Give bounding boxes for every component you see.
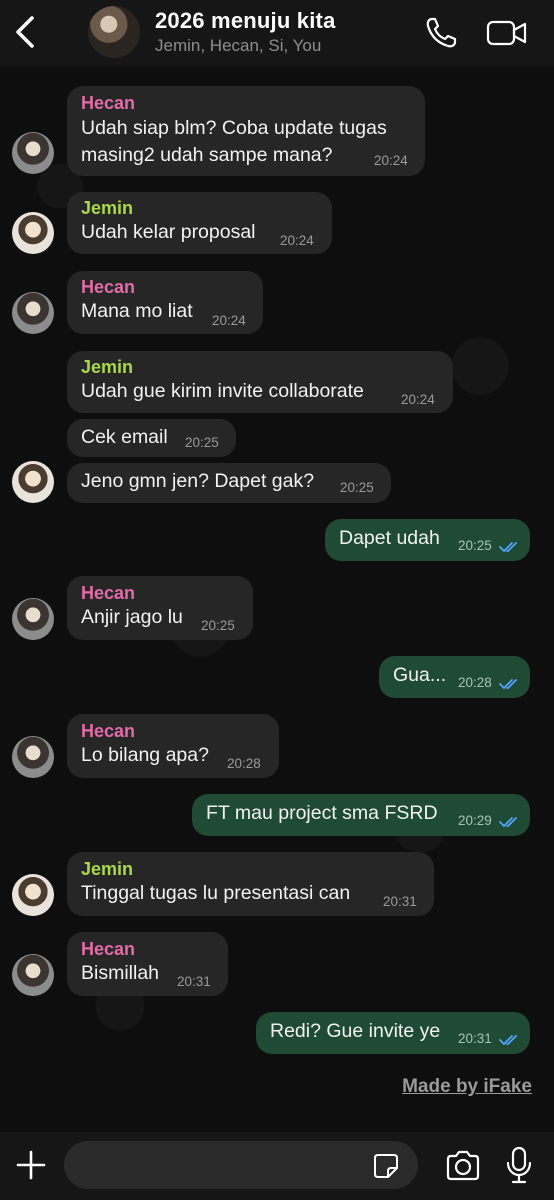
message-bubble[interactable]: Hecan Anjir jago lu 20:25 bbox=[67, 576, 253, 640]
message-text: Udah siap blm? Coba update tugas bbox=[81, 117, 387, 139]
message-bubble[interactable]: Hecan Lo bilang apa? 20:28 bbox=[67, 714, 279, 778]
message-text: Udah gue kirim invite collaborate bbox=[81, 380, 364, 402]
avatar[interactable] bbox=[12, 212, 54, 254]
message-text: Tinggal tugas lu presentasi can bbox=[81, 882, 351, 904]
message-bubble[interactable]: Jeno gmn jen? Dapet gak? 20:25 bbox=[67, 463, 391, 503]
sender-name: Hecan bbox=[81, 721, 136, 741]
message-bubble[interactable]: Jemin Tinggal tugas lu presentasi can 20… bbox=[67, 852, 434, 916]
double-check-icon bbox=[499, 815, 521, 828]
message-time: 20:29 bbox=[458, 813, 492, 828]
message-time: 20:31 bbox=[177, 974, 211, 989]
double-check-icon bbox=[499, 540, 521, 553]
composer-bar bbox=[0, 1132, 554, 1200]
phone-icon[interactable] bbox=[424, 16, 458, 50]
plus-icon[interactable] bbox=[14, 1148, 48, 1182]
message-text: Jeno gmn jen? Dapet gak? bbox=[81, 470, 315, 492]
watermark[interactable]: Made by iFake bbox=[402, 1076, 532, 1098]
group-avatar[interactable] bbox=[88, 6, 140, 58]
sender-name: Jemin bbox=[81, 198, 134, 218]
avatar[interactable] bbox=[12, 132, 54, 174]
message-time: 20:24 bbox=[401, 392, 435, 407]
message-list[interactable]: Hecan Udah siap blm? Coba update tugas m… bbox=[0, 66, 554, 1132]
message-text: Gua... bbox=[393, 664, 447, 686]
chat-title-area[interactable]: 2026 menuju kita Jemin, Hecan, Si, You bbox=[155, 8, 336, 56]
message-input[interactable] bbox=[64, 1141, 418, 1189]
message-bubble[interactable]: Dapet udah 20:25 bbox=[325, 519, 530, 561]
video-icon[interactable] bbox=[486, 16, 528, 50]
message-bubble[interactable]: Jemin Udah kelar proposal 20:24 bbox=[67, 192, 332, 254]
avatar[interactable] bbox=[12, 874, 54, 916]
avatar[interactable] bbox=[12, 736, 54, 778]
sticker-icon[interactable] bbox=[372, 1152, 400, 1180]
chat-title: 2026 menuju kita bbox=[155, 8, 336, 33]
message-time: 20:25 bbox=[185, 435, 219, 450]
message-bubble[interactable]: Hecan Mana mo liat 20:24 bbox=[67, 271, 263, 334]
camera-icon[interactable] bbox=[444, 1149, 482, 1183]
message-bubble[interactable]: Gua... 20:28 bbox=[379, 656, 530, 698]
sender-name: Jemin bbox=[81, 859, 134, 879]
back-arrow-icon[interactable] bbox=[10, 14, 40, 50]
sender-name: Hecan bbox=[81, 93, 136, 113]
mic-icon[interactable] bbox=[505, 1145, 533, 1185]
message-time: 20:25 bbox=[340, 480, 374, 495]
message-text: masing2 udah sampe mana? bbox=[81, 144, 333, 166]
sender-name: Hecan bbox=[81, 583, 136, 603]
sender-name: Jemin bbox=[81, 357, 134, 377]
message-time: 20:24 bbox=[280, 233, 314, 248]
message-time: 20:24 bbox=[374, 153, 408, 168]
message-time: 20:25 bbox=[458, 538, 492, 553]
message-time: 20:31 bbox=[383, 894, 417, 909]
message-bubble[interactable]: FT mau project sma FSRD 20:29 bbox=[192, 794, 530, 836]
message-time: 20:28 bbox=[227, 756, 261, 771]
chat-members: Jemin, Hecan, Si, You bbox=[155, 36, 322, 55]
message-bubble[interactable]: Jemin Udah gue kirim invite collaborate … bbox=[67, 351, 453, 413]
double-check-icon bbox=[499, 1033, 521, 1046]
message-time: 20:25 bbox=[201, 618, 235, 633]
message-bubble[interactable]: Cek email 20:25 bbox=[67, 419, 236, 457]
message-bubble[interactable]: Hecan Udah siap blm? Coba update tugas m… bbox=[67, 86, 425, 176]
message-time: 20:31 bbox=[458, 1031, 492, 1046]
avatar[interactable] bbox=[12, 461, 54, 503]
avatar[interactable] bbox=[12, 292, 54, 334]
sender-name: Hecan bbox=[81, 939, 136, 959]
avatar[interactable] bbox=[12, 954, 54, 996]
message-time: 20:24 bbox=[212, 313, 246, 328]
message-bubble[interactable]: Redi? Gue invite ye 20:31 bbox=[256, 1012, 530, 1054]
message-time: 20:28 bbox=[458, 675, 492, 690]
avatar[interactable] bbox=[12, 598, 54, 640]
message-bubble[interactable]: Hecan Bismillah 20:31 bbox=[67, 932, 228, 996]
sender-name: Hecan bbox=[81, 277, 136, 297]
chat-header: 2026 menuju kita Jemin, Hecan, Si, You bbox=[0, 0, 554, 66]
double-check-icon bbox=[499, 677, 521, 690]
